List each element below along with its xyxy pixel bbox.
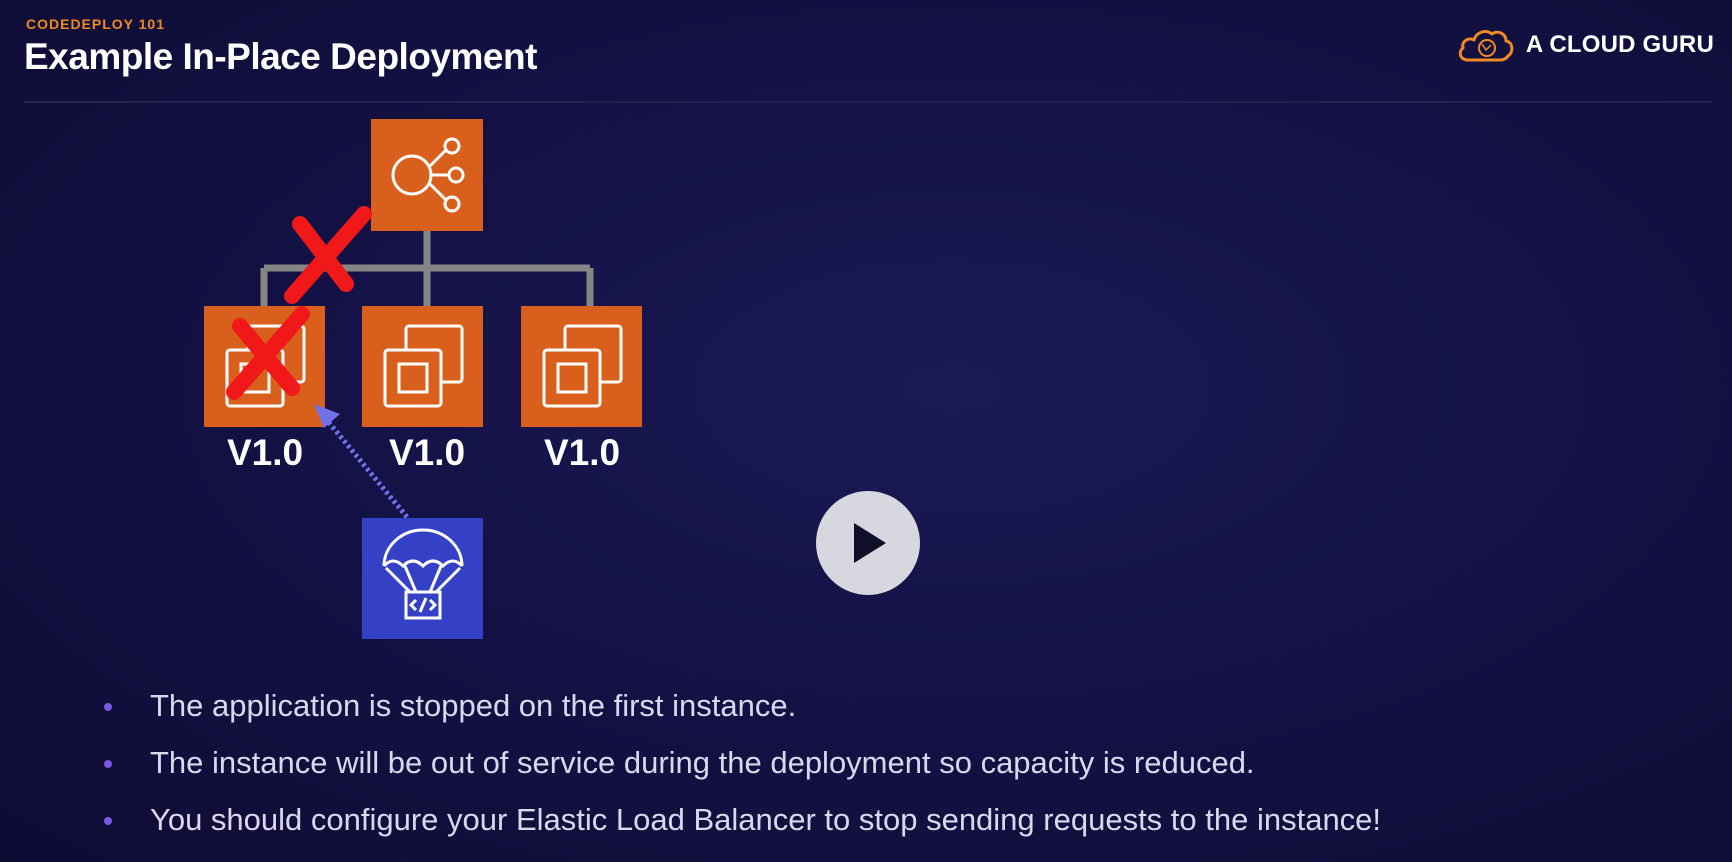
instance-version-label: V1.0 xyxy=(388,432,466,473)
codedeploy-node xyxy=(362,518,483,639)
instance-version-label: V1.0 xyxy=(543,432,621,473)
instance-version-label: V1.0 xyxy=(226,432,304,473)
bullet-text: The application is stopped on the first … xyxy=(150,688,797,723)
ec2-instance-2 xyxy=(362,306,483,427)
bullet-text: The instance will be out of service duri… xyxy=(150,745,1255,780)
bullet-dot xyxy=(104,760,112,768)
play-icon xyxy=(854,523,886,563)
list-item: You should configure your Elastic Load B… xyxy=(98,796,1381,853)
list-item: The application is stopped on the first … xyxy=(98,682,1381,739)
connection-removed-cross xyxy=(284,206,372,304)
brand: A CLOUD GURU xyxy=(1456,26,1714,64)
load-balancer-node xyxy=(371,119,483,231)
bullet-list: The application is stopped on the first … xyxy=(98,682,1381,853)
deployment-diagram xyxy=(204,119,642,639)
play-button[interactable] xyxy=(816,491,920,595)
bullet-dot xyxy=(104,703,112,711)
brand-name: A CLOUD GURU xyxy=(1525,31,1714,58)
list-item: The instance will be out of service duri… xyxy=(98,739,1381,796)
cloud-logo-icon xyxy=(1458,30,1514,62)
ec2-instance-3 xyxy=(521,306,642,427)
bullet-text: You should configure your Elastic Load B… xyxy=(150,802,1382,837)
bullet-dot xyxy=(104,817,112,825)
